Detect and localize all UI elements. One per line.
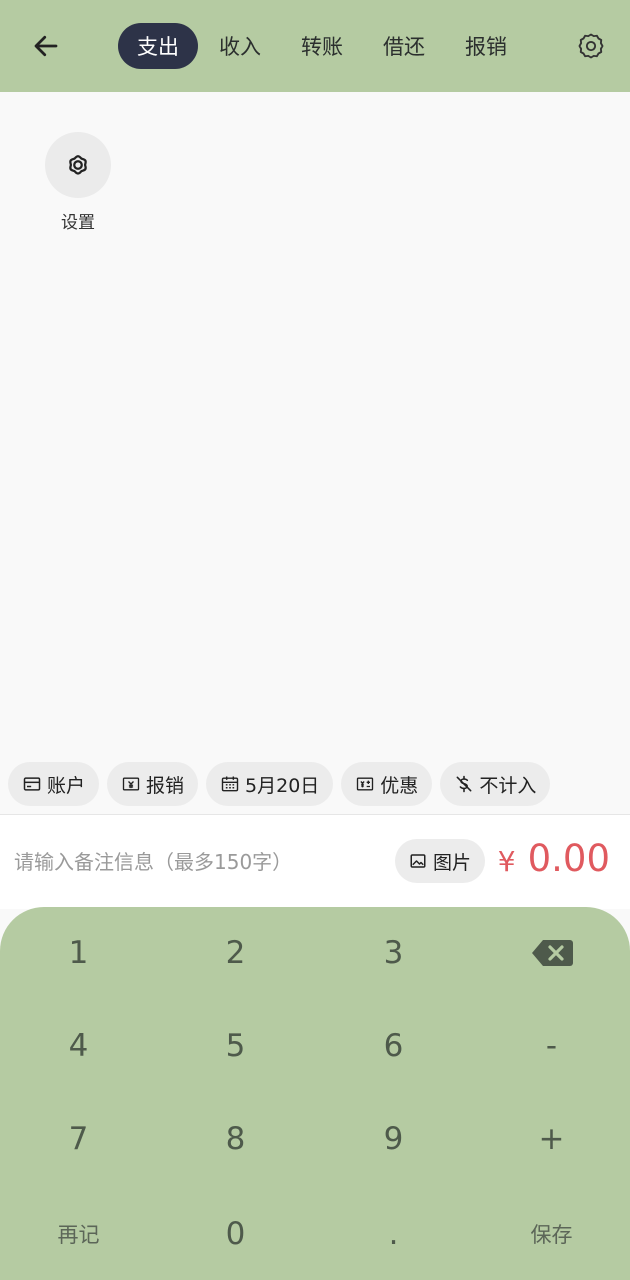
key-7[interactable]: 7: [0, 1093, 157, 1185]
key-8[interactable]: 8: [157, 1093, 314, 1185]
currency-symbol: ¥: [497, 845, 516, 878]
image-icon: [410, 854, 426, 868]
note-row: 图片 ¥ 0.00: [0, 815, 630, 909]
tab-transfer[interactable]: 转账: [282, 23, 362, 69]
tab-loan[interactable]: 借还: [364, 23, 444, 69]
tab-income[interactable]: 收入: [200, 23, 280, 69]
key-4[interactable]: 4: [0, 1000, 157, 1092]
account-chip-label: 账户: [47, 774, 86, 797]
record-again-button[interactable]: 再记: [0, 1188, 157, 1280]
note-input[interactable]: [14, 841, 384, 883]
arrow-left-icon: [34, 35, 58, 57]
key-0[interactable]: 0: [157, 1188, 314, 1280]
reimburse-chip[interactable]: 报销: [107, 762, 199, 806]
account-chip[interactable]: 账户: [8, 762, 100, 806]
plus-key[interactable]: +: [473, 1093, 630, 1185]
ticket-icon: [122, 777, 140, 791]
key-9[interactable]: 9: [315, 1093, 472, 1185]
top-bar: 支出 收入 转账 借还 报销: [0, 0, 630, 92]
card-icon: [23, 777, 41, 791]
exclude-chip-label: 不计入: [479, 774, 537, 797]
no-dollar-icon: [456, 775, 472, 793]
photo-button[interactable]: 图片: [395, 839, 486, 883]
key-2[interactable]: 2: [157, 907, 314, 999]
calendar-icon: [221, 776, 239, 792]
gear-icon: [578, 33, 604, 59]
date-chip[interactable]: 5月20日: [206, 762, 334, 806]
save-button[interactable]: 保存: [473, 1188, 630, 1280]
key-3[interactable]: 3: [315, 907, 472, 999]
amount-value: 0.00: [527, 837, 610, 880]
key-6[interactable]: 6: [315, 1000, 472, 1092]
backspace-key[interactable]: [473, 907, 630, 999]
discount-chip[interactable]: 优惠: [341, 762, 433, 806]
back-button[interactable]: [26, 26, 66, 66]
amount-display: ¥ 0.00: [498, 837, 610, 887]
key-1[interactable]: 1: [0, 907, 157, 999]
dot-key[interactable]: .: [315, 1188, 472, 1280]
category-icon-circle: [45, 132, 111, 198]
type-tabs: 支出 收入 转账 借还 报销: [118, 23, 528, 69]
category-label: 设置: [61, 213, 95, 233]
date-chip-label: 5月20日: [245, 774, 320, 797]
option-chips: 账户 报销 5月20日 优惠 不计入: [8, 762, 558, 806]
reimburse-chip-label: 报销: [146, 774, 185, 797]
photo-button-label: 图片: [433, 851, 472, 874]
backspace-icon: [531, 940, 573, 966]
settings-button[interactable]: [571, 26, 611, 66]
coupon-icon: [357, 777, 374, 791]
category-settings[interactable]: 设置: [44, 132, 112, 233]
tab-expense[interactable]: 支出: [118, 23, 198, 69]
exclude-chip[interactable]: 不计入: [440, 762, 551, 806]
key-5[interactable]: 5: [157, 1000, 314, 1092]
minus-key[interactable]: -: [473, 1000, 630, 1092]
discount-chip-label: 优惠: [380, 774, 419, 797]
gear-icon: [69, 155, 87, 175]
number-keypad: 1 2 3 4 5 6 - 7 8 9 + 再记 0 . 保存: [0, 907, 630, 1280]
tab-reimburse[interactable]: 报销: [446, 23, 526, 69]
